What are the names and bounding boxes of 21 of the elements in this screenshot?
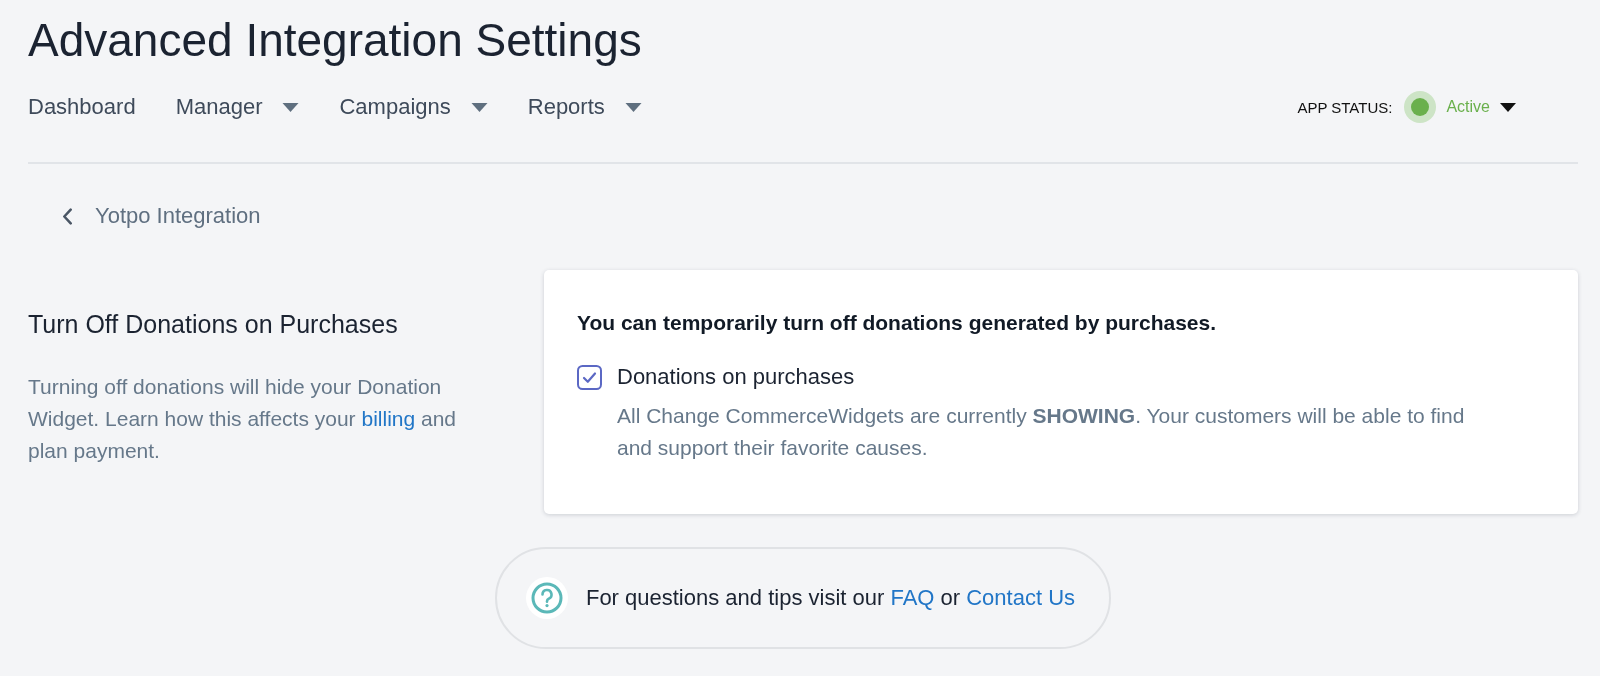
option-description: All Change CommerceWidgets are currently SHOWING. Your customers will be able to find and support their favorite causes.: [617, 403, 1466, 461]
status-label: APP STATUS:: [1297, 98, 1393, 116]
chevron-left-icon: [62, 207, 73, 225]
help-link[interactable]: FAQ: [890, 585, 935, 610]
help-link[interactable]: Contact Us: [966, 585, 1076, 610]
nav-link[interactable]: Dashboard: [28, 94, 136, 120]
status-dropdown[interactable]: Active: [1404, 91, 1516, 123]
help-text: For questions and tips visit our FAQ or Contact Us: [585, 585, 1076, 611]
nav-link[interactable]: Reports: [527, 94, 642, 120]
checkbox-label: Donations on purchases: [617, 364, 855, 390]
checkbox[interactable]: [577, 364, 602, 390]
help-icon: [525, 577, 568, 619]
caret-icon: [1500, 102, 1516, 112]
section-description: Turning off donations will hide your Donation Widget. Learn how this affects your billing and plan payment.: [28, 374, 458, 464]
back-link[interactable]: Yotpo Integration: [62, 202, 261, 230]
page-title: Advanced Integration Settings: [28, 13, 643, 68]
card-heading: You can temporarily turn off donations generated by purchases.: [577, 310, 1218, 336]
nav-link[interactable]: Manager: [175, 94, 300, 120]
billing-link[interactable]: billing: [361, 407, 416, 430]
section-title: Turn Off Donations on Purchases: [28, 309, 399, 339]
nav-link[interactable]: Campaigns: [339, 94, 488, 120]
